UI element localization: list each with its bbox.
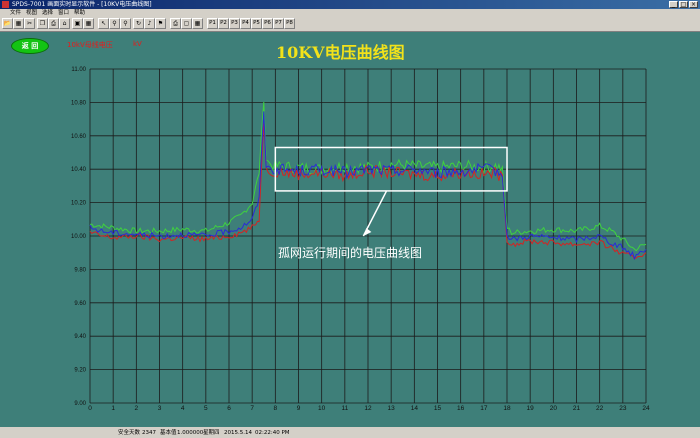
x-tick-label: 8 (274, 405, 278, 412)
x-tick-label: 5 (204, 405, 208, 412)
unit-label: kV (133, 40, 142, 48)
printer-icon[interactable]: ⎙ (170, 18, 181, 29)
y-tick-label: 9.60 (74, 301, 86, 307)
x-tick-label: 11 (341, 405, 348, 412)
open-icon[interactable]: 📂 (2, 18, 13, 29)
x-tick-label: 17 (480, 405, 488, 412)
x-tick-label: 10 (318, 405, 326, 412)
x-tick-label: 3 (158, 405, 162, 412)
y-tick-label: 10.40 (71, 167, 87, 173)
x-tick-label: 6 (227, 405, 231, 412)
bell-icon[interactable]: ♪ (144, 18, 155, 29)
annotation-text: 孤网运行期间的电压曲线图 (278, 246, 423, 260)
zoom-out-icon[interactable]: ⚲ (120, 18, 131, 29)
menu-view[interactable]: 视图 (26, 9, 37, 17)
save-icon[interactable]: ▦ (13, 18, 24, 29)
menu-select[interactable]: 选择 (42, 9, 53, 17)
window-title: SPDS-7001 画面实时显示软件 - [10KV电压曲线图] (12, 1, 152, 8)
x-tick-label: 12 (364, 405, 372, 412)
refresh-icon[interactable]: ↻ (133, 18, 144, 29)
x-tick-label: 4 (181, 405, 185, 412)
x-tick-label: 19 (527, 405, 535, 412)
status-time: 02:22:40 PM (255, 430, 290, 436)
x-tick-label: 23 (619, 405, 627, 412)
ratio-value: 1.000000 (177, 430, 204, 436)
window-icon[interactable]: ▢ (181, 18, 192, 29)
print-icon[interactable]: ⎙ (48, 18, 59, 29)
x-tick-label: 0 (88, 405, 92, 412)
y-tick-label: 10.00 (71, 234, 87, 240)
voltage-chart: 0 1 2 3 4 5 6 7 8 9 10 11 12 13 14 15 16 17 18 19 20 21 22 23 24… (71, 67, 650, 412)
chart-icon[interactable]: ▣ (72, 18, 83, 29)
home-icon[interactable]: ⌂ (59, 18, 70, 29)
copy-icon[interactable]: ❐ (37, 18, 48, 29)
arrow-head-icon (363, 228, 372, 236)
arrow-icon[interactable]: ↖ (98, 18, 109, 29)
x-tick-label: 14 (411, 405, 419, 412)
menu-window[interactable]: 窗口 (58, 9, 69, 17)
status-bar: 安全天数 2347 基本值 1.000000 星期四 2015.5.14 02:… (0, 428, 700, 438)
y-tick-label: 9.40 (74, 334, 86, 340)
page-button-p4[interactable]: P4 (240, 18, 251, 29)
ratio-label: 基本值 (160, 430, 177, 436)
menu-bar: 文件 视图 选择 窗口 帮助 (0, 9, 700, 17)
x-tick-label: 21 (573, 405, 581, 412)
x-tick-label: 15 (434, 405, 442, 412)
safe-days-label: 安全天数 (118, 430, 141, 436)
y-tick-label: 9.00 (74, 401, 86, 407)
x-tick-label: 13 (388, 405, 396, 412)
page-button-p6[interactable]: P6 (262, 18, 273, 29)
x-tick-label: 1 (111, 405, 115, 412)
menu-file[interactable]: 文件 (10, 9, 21, 17)
x-tick-label: 16 (457, 405, 465, 412)
cut-icon[interactable]: ✂ (24, 18, 35, 29)
y-tick-label: 10.80 (71, 100, 87, 106)
close-button[interactable]: × (689, 1, 698, 8)
back-button[interactable]: 返 回 (11, 38, 49, 54)
map-icon[interactable]: ▦ (83, 18, 94, 29)
zoom-in-icon[interactable]: ⚲ (109, 18, 120, 29)
x-tick-label: 2 (135, 405, 139, 412)
chart-title: 10KV电压曲线图 (276, 43, 405, 62)
x-tick-label: 7 (250, 405, 254, 412)
x-tick-label: 9 (297, 405, 301, 412)
page-button-p8[interactable]: P8 (284, 18, 295, 29)
tile-icon[interactable]: ▦ (192, 18, 203, 29)
y-tick-label: 9.80 (74, 267, 86, 273)
x-tick-label: 22 (596, 405, 604, 412)
x-tick-label: 24 (642, 405, 650, 412)
y-tick-label: 9.20 (74, 368, 86, 374)
minimize-button[interactable]: _ (669, 1, 678, 8)
title-bar: SPDS-7001 画面实时显示软件 - [10KV电压曲线图] _ □ × (0, 0, 700, 9)
maximize-button[interactable]: □ (679, 1, 688, 8)
status-date: 2015.5.14 (224, 430, 252, 436)
weekday: 星期四 (203, 430, 220, 436)
x-tick-label: 18 (503, 405, 511, 412)
x-tick-label: 20 (550, 405, 558, 412)
toolbar: 📂 ▦ ✂ ❐ ⎙ ⌂ ▣ ▦ ↖ ⚲ ⚲ ↻ ♪ ⚑ ⎙ ▢ ▦ P1 P2 … (0, 17, 700, 32)
page-button-p2[interactable]: P2 (218, 18, 229, 29)
page-button-p7[interactable]: P7 (273, 18, 284, 29)
safe-days-value: 2347 (142, 430, 156, 436)
page-button-p1[interactable]: P1 (207, 18, 218, 29)
y-tick-label: 11.00 (71, 67, 86, 73)
app-icon (2, 1, 9, 8)
page-button-p5[interactable]: P5 (251, 18, 262, 29)
y-tick-label: 10.60 (71, 134, 87, 140)
page-button-p3[interactable]: P3 (229, 18, 240, 29)
menu-help[interactable]: 帮助 (74, 9, 85, 17)
series-label: 10kV母线电压 (67, 41, 113, 49)
flag-icon[interactable]: ⚑ (155, 18, 166, 29)
y-tick-label: 10.20 (71, 201, 87, 207)
